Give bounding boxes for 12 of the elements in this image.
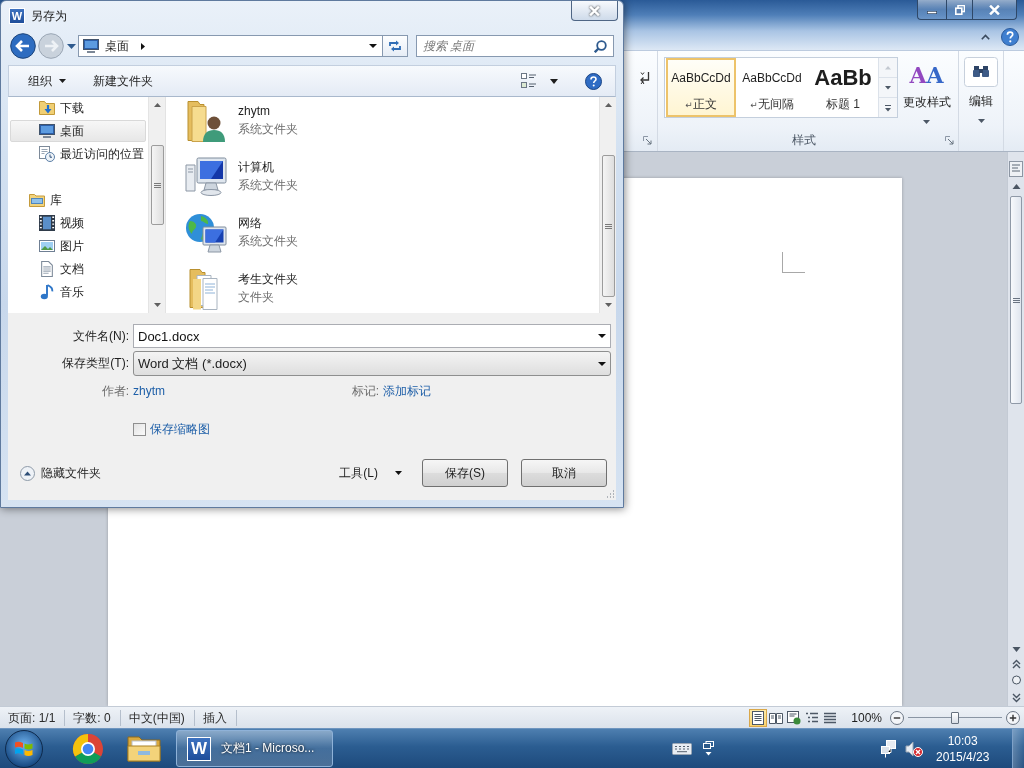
group-label: 样式: [790, 131, 817, 149]
app-logo: W: [187, 736, 211, 761]
app-logo: W: [9, 8, 25, 24]
file-name-label: 文件名(N):: [72, 327, 129, 345]
file-type: 文件夹: [238, 289, 275, 306]
file-type: 系统文件夹: [238, 233, 298, 250]
save-type-label: 保存类型(T):: [61, 355, 129, 372]
dialog-title: 另存为: [31, 7, 67, 25]
author-label: 作者:: [100, 382, 129, 400]
file-type: 系统文件夹: [238, 177, 298, 194]
tags-label: 标记:: [350, 382, 379, 400]
file-type: 系统文件夹: [238, 121, 298, 138]
